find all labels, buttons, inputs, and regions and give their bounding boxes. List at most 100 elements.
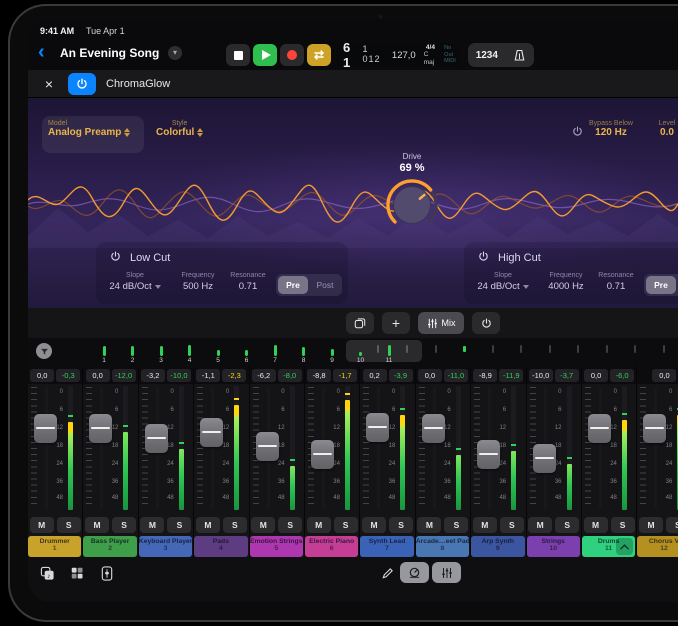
overview-track[interactable]: 8 — [290, 340, 318, 364]
low-cut-frequency[interactable]: Frequency 500 Hz — [172, 272, 224, 292]
solo-button[interactable]: S — [278, 517, 302, 533]
fader-value[interactable]: 0,0 — [418, 369, 442, 382]
metronome-button[interactable] — [513, 49, 526, 62]
overview-track[interactable]: 9 — [318, 340, 346, 364]
fader-handle[interactable] — [422, 414, 445, 443]
peak-value[interactable]: -2,3 — [222, 369, 246, 382]
fader-value[interactable]: -6,2 — [252, 369, 276, 382]
song-menu-chevron-icon[interactable]: ▾ — [168, 46, 182, 60]
overview-track[interactable]: 4 — [176, 340, 204, 364]
mute-button[interactable]: M — [584, 517, 608, 533]
fader-value[interactable]: -8,8 — [307, 369, 331, 382]
count-in-button[interactable]: 1234 — [476, 50, 498, 61]
track-tile[interactable]: Arcade…eet Pad 8 — [416, 536, 469, 557]
mute-button[interactable]: M — [417, 517, 441, 533]
track-tile[interactable]: Arp Synth 9 — [471, 536, 524, 557]
solo-button[interactable]: S — [223, 517, 247, 533]
edit-button[interactable] — [376, 563, 398, 583]
low-cut-resonance[interactable]: Resonance 0.71 — [224, 272, 272, 292]
overview-track[interactable]: 3 — [147, 340, 175, 364]
peak-value[interactable]: -8,0 — [278, 369, 302, 382]
add-track-button[interactable]: + — [382, 312, 410, 334]
high-cut-slope[interactable]: Slope 24 dB/Oct — [472, 272, 534, 292]
low-cut-power-icon[interactable] — [110, 249, 121, 267]
fader-handle[interactable] — [533, 444, 556, 473]
fader-value[interactable]: -10,0 — [529, 369, 553, 382]
pre-button[interactable]: Pre — [278, 276, 308, 294]
fader-inspector-button[interactable] — [96, 563, 118, 583]
track-tile[interactable]: Pads 4 — [194, 536, 247, 557]
plugins-button[interactable] — [66, 563, 88, 583]
drive-knob[interactable] — [384, 177, 440, 233]
fader-value[interactable]: 0,2 — [363, 369, 387, 382]
track-overview-strip[interactable]: 1 2 3 4 5 6 7 8 9 — [28, 338, 678, 366]
overview-track[interactable]: 6 — [233, 340, 261, 364]
solo-button[interactable]: S — [57, 517, 81, 533]
fader-handle[interactable] — [366, 413, 389, 442]
pre-button[interactable]: Pre — [646, 276, 676, 294]
mute-button[interactable]: M — [307, 517, 331, 533]
track-tile[interactable]: Keyboard Player 3 — [139, 536, 192, 557]
solo-button[interactable]: S — [334, 517, 358, 533]
track-tile[interactable]: Synth Lead 7 — [360, 536, 413, 557]
mute-button[interactable]: M — [473, 517, 497, 533]
mute-button[interactable]: M — [362, 517, 386, 533]
mute-button[interactable]: M — [30, 517, 54, 533]
solo-button[interactable]: S — [611, 517, 635, 533]
fader-value[interactable]: -3,2 — [141, 369, 165, 382]
fader-handle[interactable] — [200, 418, 223, 447]
peak-value[interactable]: -11,9 — [499, 369, 523, 382]
peak-value[interactable]: -12,0 — [112, 369, 136, 382]
drive-control[interactable]: Drive 69 % — [384, 152, 440, 238]
low-cut-slope[interactable]: Slope 24 dB/Oct — [104, 272, 166, 292]
overview-track[interactable]: 1 — [90, 340, 118, 364]
peak-value[interactable]: -0,3 — [56, 369, 80, 382]
post-button[interactable]: Post — [310, 276, 340, 294]
peak-value[interactable]: -3,7 — [555, 369, 579, 382]
overview-track[interactable]: 11 — [375, 340, 403, 364]
mix-view-button[interactable]: Mix — [418, 312, 464, 334]
mute-button[interactable]: M — [196, 517, 220, 533]
solo-button[interactable]: S — [500, 517, 524, 533]
fader-handle[interactable] — [89, 414, 112, 443]
mute-button[interactable]: M — [639, 517, 663, 533]
fader-handle[interactable] — [145, 424, 168, 453]
fader-handle[interactable] — [643, 414, 666, 443]
fader-value[interactable]: -8,9 — [473, 369, 497, 382]
solo-button[interactable]: S — [666, 517, 678, 533]
fader-value[interactable]: 0,0 — [584, 369, 608, 382]
peak-value[interactable]: -6,0 — [610, 369, 634, 382]
mixer-view-button[interactable] — [432, 562, 461, 583]
stop-button[interactable] — [226, 44, 250, 66]
mute-button[interactable]: M — [85, 517, 109, 533]
peak-value[interactable]: -3,9 — [389, 369, 413, 382]
overview-track[interactable]: 10 — [347, 340, 375, 364]
solo-button[interactable]: S — [389, 517, 413, 533]
level-control[interactable]: Level 0.0 — [642, 120, 678, 138]
fader-value[interactable]: 0,0 — [652, 369, 676, 382]
fader-value[interactable]: -1,1 — [196, 369, 220, 382]
overview-track[interactable]: 7 — [261, 340, 289, 364]
solo-button[interactable]: S — [112, 517, 136, 533]
fader-handle[interactable] — [588, 414, 611, 443]
record-button[interactable] — [280, 44, 304, 66]
overview-track[interactable]: 2 — [119, 340, 147, 364]
mute-button[interactable]: M — [251, 517, 275, 533]
fader-handle[interactable] — [256, 432, 279, 461]
track-tile[interactable]: Chorus V 12 — [637, 536, 678, 557]
play-button[interactable] — [253, 44, 277, 66]
mute-button[interactable]: M — [528, 517, 552, 533]
mute-button[interactable]: M — [140, 517, 164, 533]
model-selector[interactable]: Model Analog Preamp — [42, 116, 144, 153]
cycle-button[interactable]: ⇄ — [307, 44, 331, 66]
collapse-chevron-button[interactable] — [616, 538, 633, 555]
plugin-power-button[interactable] — [68, 73, 96, 95]
solo-button[interactable]: S — [444, 517, 468, 533]
track-tile[interactable]: Emotion Strings 5 — [250, 536, 303, 557]
high-cut-power-icon[interactable] — [478, 249, 489, 267]
peak-value[interactable]: -10,0 — [167, 369, 191, 382]
solo-button[interactable]: S — [555, 517, 579, 533]
track-tile[interactable]: Drums 11 — [582, 536, 635, 557]
track-tile[interactable]: Electric Piano 6 — [305, 536, 358, 557]
fader-value[interactable]: 0,0 — [30, 369, 54, 382]
